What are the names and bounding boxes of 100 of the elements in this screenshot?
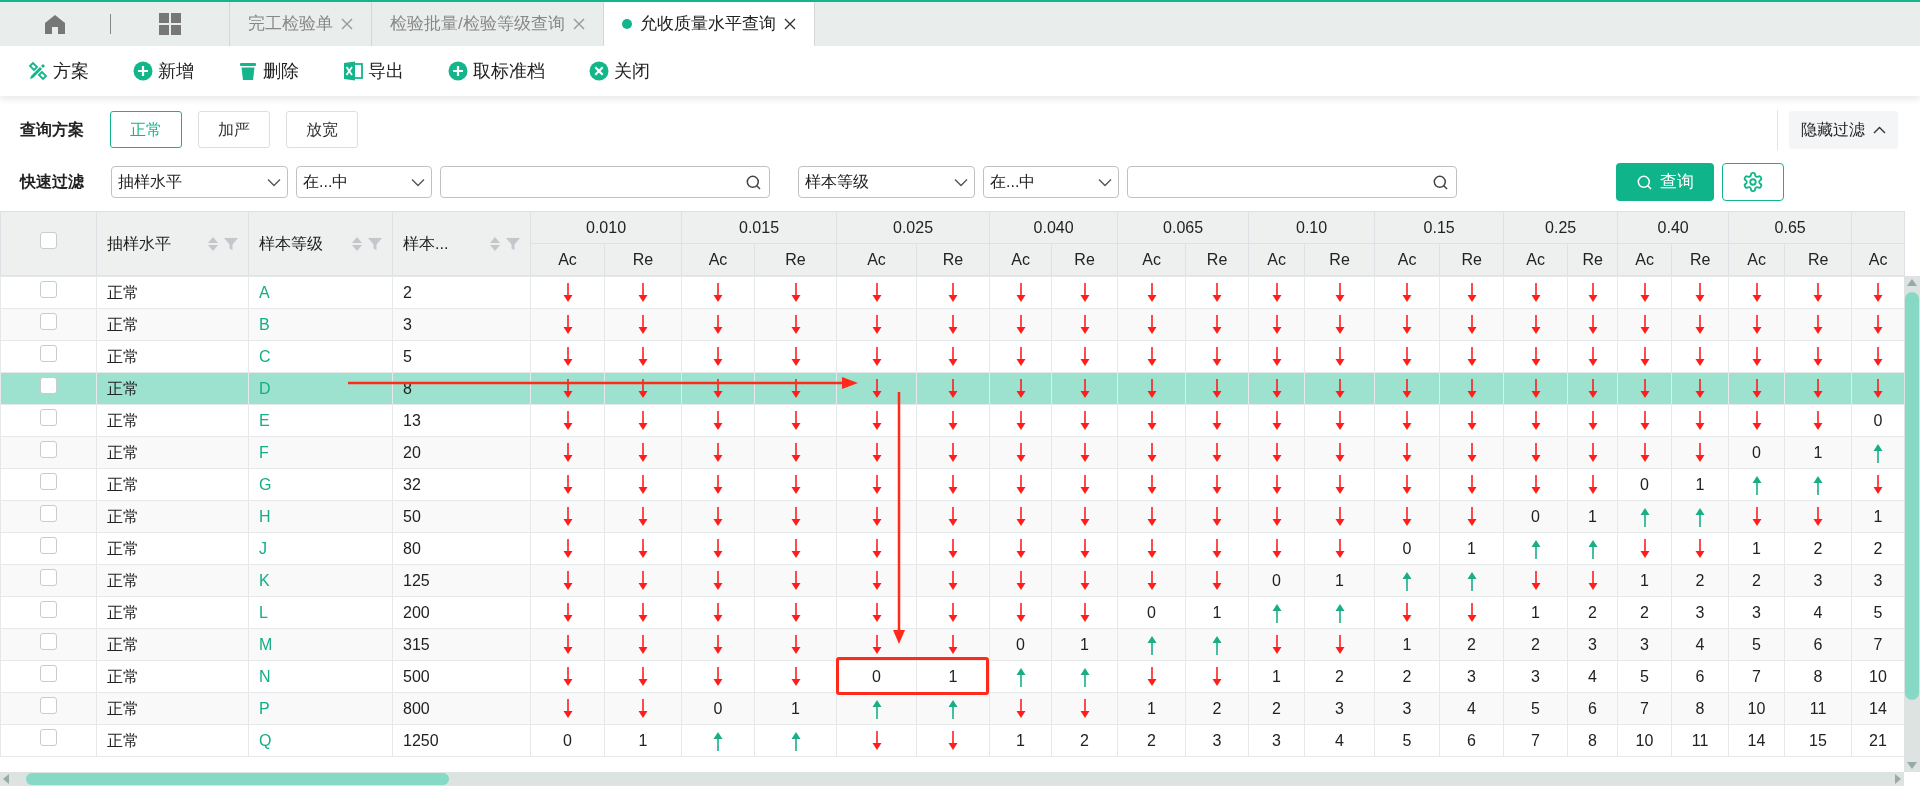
down-arrow-icon: [1751, 346, 1762, 367]
close-icon[interactable]: [783, 18, 796, 30]
table-cell: 10: [1635, 731, 1654, 749]
checkbox[interactable]: [40, 504, 57, 522]
operator-select[interactable]: 在...中: [296, 166, 432, 198]
scrollbar-thumb[interactable]: [26, 773, 449, 785]
table-cell: 正常: [107, 283, 139, 301]
group-header: 0.065: [1117, 211, 1249, 244]
down-arrow-icon: [1695, 314, 1705, 335]
table-cell: 5: [1402, 731, 1412, 749]
down-arrow-icon: [1271, 346, 1282, 367]
vertical-scrollbar[interactable]: [1904, 276, 1920, 772]
table-cell: 3: [1873, 571, 1883, 589]
checkbox[interactable]: [40, 344, 57, 362]
down-arrow-icon: [1146, 474, 1157, 495]
down-arrow-icon: [1079, 506, 1090, 527]
down-arrow-icon: [713, 506, 723, 527]
table-row[interactable]: 正常 C 5: [0, 340, 1904, 373]
sub-header: Re: [1185, 243, 1249, 276]
down-arrow-icon: [1015, 314, 1026, 335]
chevron-down-icon: [954, 177, 968, 187]
field-select[interactable]: 抽样水平: [111, 166, 288, 198]
table-cell: 11: [1809, 699, 1827, 717]
checkbox[interactable]: [40, 312, 57, 330]
toolbar-button[interactable]: 方案: [28, 57, 89, 85]
up-arrow-icon: [1212, 634, 1222, 655]
filter-icon[interactable]: [224, 236, 238, 251]
column-header[interactable]: 样本等级: [248, 211, 393, 276]
down-arrow-icon: [1695, 538, 1705, 559]
sort-icon[interactable]: [208, 235, 218, 252]
field-select[interactable]: 样本等级: [798, 166, 975, 198]
table-cell: F: [259, 443, 269, 461]
table-row[interactable]: 正常 E 13 0: [0, 404, 1904, 437]
scheme-button[interactable]: 加严: [198, 111, 270, 148]
filter-icon[interactable]: [368, 236, 382, 251]
column-header[interactable]: 抽样水平: [96, 211, 249, 276]
down-arrow-icon: [1146, 314, 1157, 335]
checkbox[interactable]: [40, 600, 57, 618]
sub-header: Re: [1567, 243, 1618, 276]
checkbox[interactable]: [40, 632, 57, 650]
operator-select[interactable]: 在...中: [983, 166, 1119, 198]
table-row[interactable]: 正常 N 500 0 1 1 2 2 3 3 4 5 6 7 8 10: [0, 660, 1904, 693]
table-row[interactable]: 正常 H 50 0 1 1: [0, 500, 1904, 533]
horizontal-scrollbar[interactable]: [0, 772, 1904, 786]
tab[interactable]: 允收质量水平查询: [602, 2, 814, 46]
sort-icon[interactable]: [352, 235, 362, 252]
table-row[interactable]: 正常 F 20 0 1: [0, 436, 1904, 469]
sort-icon[interactable]: [490, 235, 500, 252]
down-arrow-icon: [871, 474, 882, 495]
down-arrow-icon: [1402, 410, 1412, 431]
table-row[interactable]: 正常 B 3: [0, 308, 1904, 341]
table-cell: 0: [713, 699, 723, 717]
checkbox[interactable]: [40, 440, 57, 458]
table-row[interactable]: 正常 A 2: [0, 276, 1904, 309]
table-cell: 8: [1813, 667, 1823, 685]
table-row[interactable]: 正常 Q 1250 0 1 1 2 2 3 3 4 5 6 7 8 10 11 14 15 21: [0, 724, 1904, 757]
checkbox[interactable]: [40, 536, 57, 554]
checkbox[interactable]: [40, 376, 57, 394]
down-arrow-icon: [1212, 442, 1222, 463]
down-arrow-icon: [790, 538, 801, 559]
column-header[interactable]: 样本...: [392, 211, 531, 276]
search-field[interactable]: [1127, 166, 1457, 198]
toolbar-button[interactable]: 导出: [343, 57, 404, 85]
filter-icon[interactable]: [506, 236, 520, 251]
checkbox[interactable]: [40, 568, 57, 586]
group-header: 0.15: [1374, 211, 1504, 244]
down-arrow-icon: [1587, 410, 1598, 431]
table-cell: 7: [1531, 731, 1540, 749]
toolbar-button[interactable]: 新增: [133, 57, 194, 85]
scheme-button[interactable]: 放宽: [286, 111, 358, 148]
checkbox[interactable]: [40, 231, 57, 249]
down-arrow-icon: [948, 730, 958, 751]
table-row[interactable]: 正常 M 315 0 1 1 2 2 3 3 4 5 6 7: [0, 628, 1904, 661]
search-field[interactable]: [440, 166, 770, 198]
up-arrow-icon: [790, 730, 801, 751]
toolbar-button[interactable]: 关闭: [589, 57, 650, 85]
table-row[interactable]: 正常 P 800 0 1 1 2 2 3 3 4 5 6 7 8 10 11 14: [0, 692, 1904, 725]
sub-header: Ac: [1503, 243, 1568, 276]
hide-filter-button[interactable]: 隐藏过滤: [1789, 110, 1898, 149]
settings-button[interactable]: [1722, 163, 1784, 201]
toolbar-button[interactable]: 删除: [238, 57, 299, 85]
table-cell: 0: [1531, 507, 1540, 525]
table-row[interactable]: 正常 L 200 0 1 1 2 2 3 3 4 5: [0, 596, 1904, 629]
scrollbar-thumb[interactable]: [1905, 292, 1919, 700]
checkbox[interactable]: [40, 472, 57, 490]
group-header: 0.010: [530, 211, 682, 244]
checkbox[interactable]: [40, 408, 57, 426]
checkbox[interactable]: [40, 728, 57, 746]
column-title: 样本等级: [259, 233, 323, 254]
checkbox[interactable]: [40, 280, 57, 298]
down-arrow-icon: [1639, 378, 1650, 399]
up-arrow-icon: [1587, 538, 1598, 559]
table-row[interactable]: 正常 G 32 0 1: [0, 468, 1904, 501]
checkbox[interactable]: [40, 664, 57, 682]
table-row[interactable]: 正常 J 80 0 1 1 2 2: [0, 532, 1904, 565]
table-row[interactable]: 正常 K 125 0 1 1 2 2 3 3: [0, 564, 1904, 597]
checkbox[interactable]: [40, 696, 57, 714]
down-arrow-icon: [1402, 474, 1412, 495]
toolbar-button[interactable]: 取标准档: [448, 57, 545, 85]
down-arrow-icon: [1402, 314, 1412, 335]
